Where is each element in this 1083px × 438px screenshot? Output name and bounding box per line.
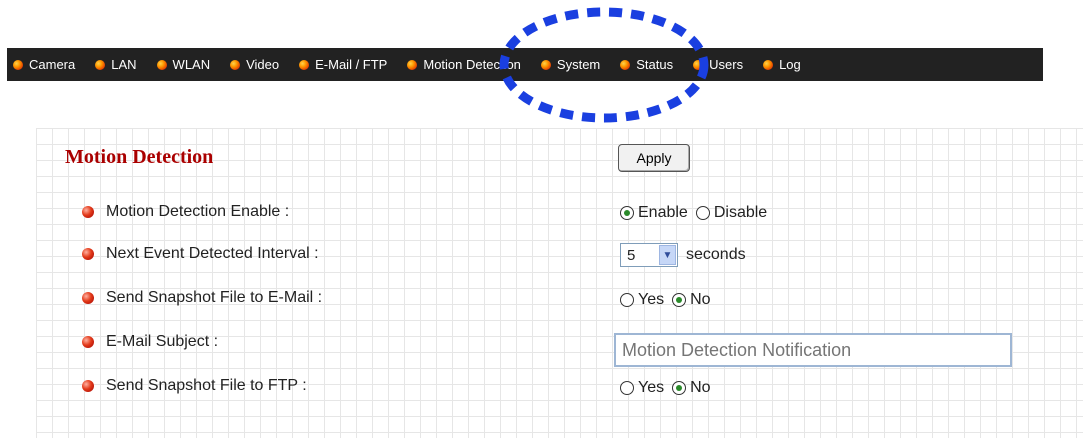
bullet-icon <box>13 59 23 70</box>
radio-ftp-yes[interactable] <box>620 381 634 395</box>
row-label-text: Send Snapshot File to FTP : <box>106 377 307 394</box>
nav-item-label: Status <box>636 57 674 72</box>
bullet-icon <box>620 59 631 70</box>
nav-item-camera[interactable]: Camera <box>13 57 75 72</box>
bullet-icon <box>82 292 94 304</box>
nav-item-motion-detection[interactable]: Motion Detection <box>407 57 521 72</box>
bullet-icon <box>156 59 167 70</box>
radio-email-yes-label: Yes <box>638 291 665 308</box>
nav-item-label: E-Mail / FTP <box>315 57 388 72</box>
radio-enable-label: Enable <box>638 204 688 221</box>
row-label-text: Send Snapshot File to E-Mail : <box>106 289 323 306</box>
nav-item-status[interactable]: Status <box>620 57 673 72</box>
email-subject-input[interactable] <box>614 333 1012 367</box>
row-label-snapshot-ftp: Send Snapshot File to FTP : <box>82 377 307 395</box>
row-label-text: E-Mail Subject : <box>106 333 219 350</box>
nav-item-lan[interactable]: LAN <box>95 57 137 72</box>
nav-item-log[interactable]: Log <box>763 57 801 72</box>
nav-item-users[interactable]: Users <box>693 57 743 72</box>
bullet-icon <box>540 59 551 70</box>
radio-disable-label: Disable <box>713 204 768 221</box>
snapshot-email-radio-group: Yes No <box>620 291 719 309</box>
nav-item-label: Camera <box>29 57 76 72</box>
bullet-icon <box>82 336 94 348</box>
nav-item-wlan[interactable]: WLAN <box>156 57 211 72</box>
row-label-snapshot-email: Send Snapshot File to E-Mail : <box>82 289 322 307</box>
interval-unit: seconds <box>686 246 746 263</box>
bullet-icon <box>230 59 241 70</box>
radio-enable[interactable] <box>620 206 634 220</box>
radio-email-no-label: No <box>690 291 711 308</box>
nav-item-video[interactable]: Video <box>230 57 279 72</box>
radio-ftp-no[interactable] <box>672 381 687 395</box>
nav-item-label: Log <box>779 57 801 72</box>
row-label-interval: Next Event Detected Interval : <box>82 245 319 263</box>
bullet-icon <box>95 59 106 70</box>
interval-control: 5 ▼ seconds <box>620 243 746 267</box>
nav-item-label: WLAN <box>172 57 211 72</box>
apply-button[interactable]: Apply <box>618 144 690 172</box>
bullet-icon <box>299 59 310 70</box>
radio-disable[interactable] <box>695 206 710 220</box>
interval-select[interactable]: 5 ▼ <box>620 243 678 267</box>
row-label-email-subject: E-Mail Subject : <box>82 333 218 351</box>
motion-enable-radio-group: Enable Disable <box>620 204 775 222</box>
email-subject-control <box>614 333 1012 367</box>
page-title: Motion Detection <box>65 146 214 168</box>
nav-item-label: LAN <box>111 57 137 72</box>
row-label-text: Motion Detection Enable : <box>106 203 290 220</box>
bullet-icon <box>693 59 704 70</box>
nav-item-system[interactable]: System <box>540 57 601 72</box>
nav-item-email-ftp[interactable]: E-Mail / FTP <box>299 57 387 72</box>
row-label-motion-enable: Motion Detection Enable : <box>82 203 289 221</box>
nav-item-label: Motion Detection <box>423 57 521 72</box>
snapshot-ftp-radio-group: Yes No <box>620 379 719 397</box>
row-label-text: Next Event Detected Interval : <box>106 245 319 262</box>
radio-ftp-yes-label: Yes <box>638 379 665 396</box>
interval-select-value: 5 <box>627 246 636 264</box>
radio-ftp-no-label: No <box>690 379 711 396</box>
nav-item-label: Users <box>709 57 744 72</box>
nav-item-label: Video <box>246 57 280 72</box>
bullet-icon <box>82 380 94 392</box>
radio-email-no[interactable] <box>672 293 687 307</box>
top-nav-bar: Camera LAN WLAN Video E-Mail / FTP Motio… <box>7 48 1043 81</box>
chevron-down-icon[interactable]: ▼ <box>659 245 676 265</box>
bullet-icon <box>82 248 94 260</box>
radio-email-yes[interactable] <box>620 293 634 307</box>
bullet-icon <box>407 59 418 70</box>
nav-item-label: System <box>556 57 601 72</box>
bullet-icon <box>763 59 774 70</box>
bullet-icon <box>82 206 94 218</box>
